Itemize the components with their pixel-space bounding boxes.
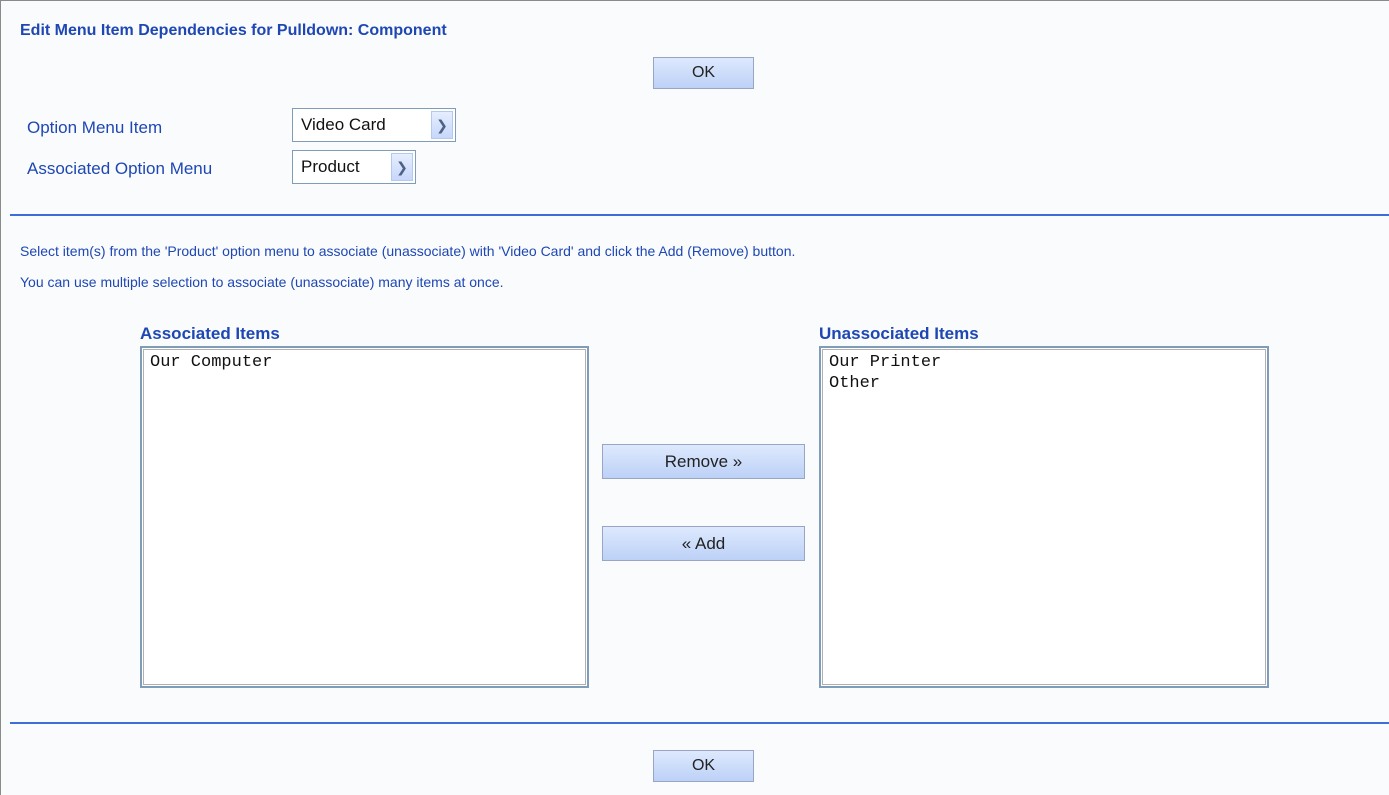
associated-items-heading: Associated Items — [140, 324, 280, 343]
option-menu-item-value: Video Card — [301, 115, 386, 134]
dialog-frame: Edit Menu Item Dependencies for Pulldown… — [0, 0, 1389, 795]
option-menu-item-select[interactable]: Video Card ❯ — [292, 108, 456, 142]
list-item[interactable]: Our Computer — [150, 352, 579, 373]
option-menu-item-label: Option Menu Item — [27, 118, 163, 137]
chevron-down-icon[interactable]: ❯ — [391, 153, 413, 181]
associated-items-listbox[interactable]: Our Computer — [140, 346, 589, 688]
remove-button[interactable]: Remove » — [602, 444, 805, 479]
associated-option-menu-select[interactable]: Product ❯ — [292, 150, 416, 184]
ok-button-bottom[interactable]: OK — [653, 750, 754, 782]
associated-option-menu-value: Product — [301, 157, 360, 176]
associated-option-menu-label: Associated Option Menu — [27, 159, 213, 178]
unassociated-items-heading: Unassociated Items — [819, 324, 979, 343]
chevron-down-icon[interactable]: ❯ — [431, 111, 453, 139]
list-item[interactable]: Our Printer — [829, 352, 1259, 373]
page-title: Edit Menu Item Dependencies for Pulldown… — [20, 22, 447, 39]
list-item[interactable]: Other — [829, 373, 1259, 394]
unassociated-items-listbox[interactable]: Our Printer Other — [819, 346, 1269, 688]
ok-button-top[interactable]: OK — [653, 57, 754, 89]
instruction-line-2: You can use multiple selection to associ… — [20, 274, 504, 290]
add-button[interactable]: « Add — [602, 526, 805, 561]
divider-top — [10, 214, 1389, 216]
instruction-line-1: Select item(s) from the 'Product' option… — [20, 243, 796, 259]
divider-bottom — [10, 722, 1389, 724]
